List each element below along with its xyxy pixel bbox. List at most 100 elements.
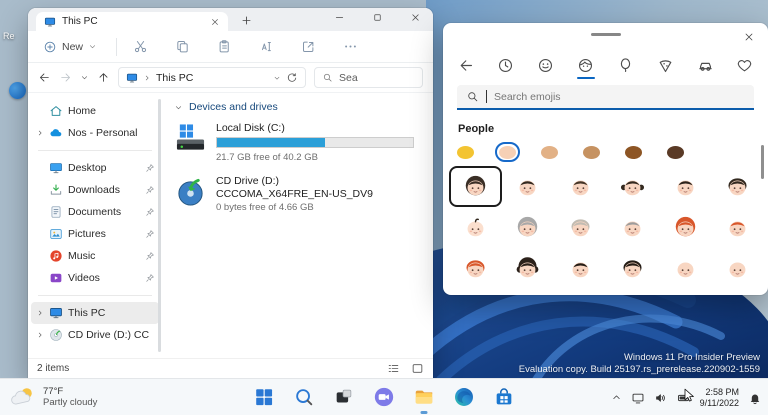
emoji-category-symbols[interactable] [735,55,755,75]
skin-tone-option-2[interactable] [537,142,562,162]
sidebar-scrollbar[interactable] [158,99,161,352]
sidebar-item-downloads[interactable]: Downloads [31,179,159,201]
taskbar-app-explorer[interactable] [411,384,437,410]
emoji-category-smileys[interactable] [536,55,556,75]
pin-icon[interactable] [145,185,155,195]
breadcrumb[interactable]: This PC [118,67,306,88]
sidebar-item-desktop[interactable]: Desktop [31,157,159,179]
taskbar-app-task-view[interactable] [331,384,357,410]
pin-icon[interactable] [145,251,155,261]
search-input[interactable]: Sea [314,67,423,88]
up-button[interactable] [97,71,110,84]
drag-handle[interactable] [590,33,621,36]
desktop-app-icon[interactable] [9,82,26,99]
chevron-down-icon[interactable] [273,74,281,82]
display-network-icon[interactable] [631,391,645,405]
skin-tone-option-0[interactable] [453,142,478,162]
emoji-older-person[interactable] [554,207,607,248]
emoji-woman-curly-hair[interactable] [502,248,555,289]
skin-tone-option-1[interactable] [495,142,520,162]
sidebar-item-home[interactable]: Home [31,100,159,122]
pin-icon[interactable] [145,229,155,239]
cut-icon[interactable] [133,39,148,54]
emoji-person-red-hair[interactable] [449,248,502,289]
rename-icon[interactable] [259,39,274,54]
emoji-man[interactable] [502,166,555,207]
new-tab-button[interactable] [240,14,253,27]
close-button[interactable] [410,12,421,23]
new-button[interactable]: New [38,40,102,54]
smiley-icon [537,57,554,74]
volume-icon[interactable] [654,391,668,405]
share-icon[interactable] [301,39,316,54]
taskbar-app-start[interactable] [251,384,277,410]
emoji-panel-close-icon[interactable] [743,31,755,43]
emoji-man-red-hair[interactable] [712,207,765,248]
emoji-person[interactable] [554,166,607,207]
chevron-right-icon[interactable] [36,129,44,137]
taskbar-app-store[interactable] [491,384,517,410]
emoji-category-food[interactable] [655,55,675,75]
breadcrumb-location[interactable]: This PC [156,72,193,84]
tray-overflow-chevron-icon[interactable] [611,392,622,403]
emoji-category-recent[interactable] [496,55,516,75]
notification-bell-icon[interactable] [748,391,762,405]
chevron-right-icon[interactable] [36,331,44,339]
clock[interactable]: 2:58 PM 9/11/2022 [700,387,739,408]
desktop-icon-label[interactable]: Re [3,31,15,41]
emoji-baby[interactable] [449,207,502,248]
paste-icon[interactable] [217,39,232,54]
weather-widget[interactable]: 77°F Partly cloudy [10,384,97,410]
section-header[interactable]: Devices and drives [174,101,421,113]
pin-icon[interactable] [145,207,155,217]
sidebar-item-nos-personal[interactable]: Nos - Personal [31,122,159,144]
more-icon[interactable] [343,39,358,54]
refresh-icon[interactable] [286,72,298,84]
explorer-tab-this-pc[interactable]: This PC [36,12,228,31]
pin-icon[interactable] [145,163,155,173]
emoji-boy[interactable] [659,166,712,207]
maximize-button[interactable] [372,12,383,23]
emoji-bald-man[interactable] [712,248,765,289]
taskbar-app-search[interactable] [291,384,317,410]
chevron-right-icon[interactable] [36,309,44,317]
skin-tone-option-5[interactable] [663,142,688,162]
emoji-woman-red-hair[interactable] [659,207,712,248]
history-chevron-icon[interactable] [80,73,89,82]
emoji-category-celebrations[interactable] [615,55,635,75]
forward-button[interactable] [59,71,72,84]
sidebar-item-pictures[interactable]: Pictures [31,223,159,245]
skin-tone-option-3[interactable] [579,142,604,162]
large-icons-view-icon[interactable] [411,362,424,375]
minimize-button[interactable] [334,12,345,23]
pin-icon[interactable] [145,273,155,283]
skin-tone-option-4[interactable] [621,142,646,162]
emoji-older-woman[interactable] [502,207,555,248]
emoji-girl[interactable] [607,166,660,207]
sidebar-item-documents[interactable]: Documents [31,201,159,223]
sidebar-item-cd-drive-d-cc[interactable]: CD Drive (D:) CC [31,324,159,346]
emoji-category-back[interactable] [456,55,476,75]
emoji-bald-person[interactable] [659,248,712,289]
person-icon [577,57,594,74]
emoji-person-dark-hair[interactable] [607,248,660,289]
taskbar-app-chat[interactable] [371,384,397,410]
emoji-category-people[interactable] [576,55,596,79]
drive-row-local-disk[interactable]: Local Disk (C:) 21.7 GB free of 40.2 GB [174,122,421,164]
tab-close-icon[interactable] [210,17,220,27]
copy-icon[interactable] [175,39,190,54]
emoji-woman[interactable] [449,166,502,207]
emoji-category-travel[interactable] [695,55,715,75]
emoji-search-input[interactable]: Search emojis [457,85,754,110]
back-button[interactable] [38,71,51,84]
emoji-man-dark-hair[interactable] [554,248,607,289]
taskbar-app-edge[interactable] [451,384,477,410]
emoji-panel-scrollbar[interactable] [761,145,764,179]
sidebar-item-videos[interactable]: Videos [31,267,159,289]
emoji-older-man[interactable] [607,207,660,248]
sidebar-item-music[interactable]: Music [31,245,159,267]
emoji-child[interactable] [712,166,765,207]
drive-row-cd-drive[interactable]: CD Drive (D:) CCCOMA_X64FRE_EN-US_DV9 0 … [174,175,421,214]
details-view-icon[interactable] [387,362,400,375]
sidebar-item-this-pc[interactable]: This PC [31,302,159,324]
